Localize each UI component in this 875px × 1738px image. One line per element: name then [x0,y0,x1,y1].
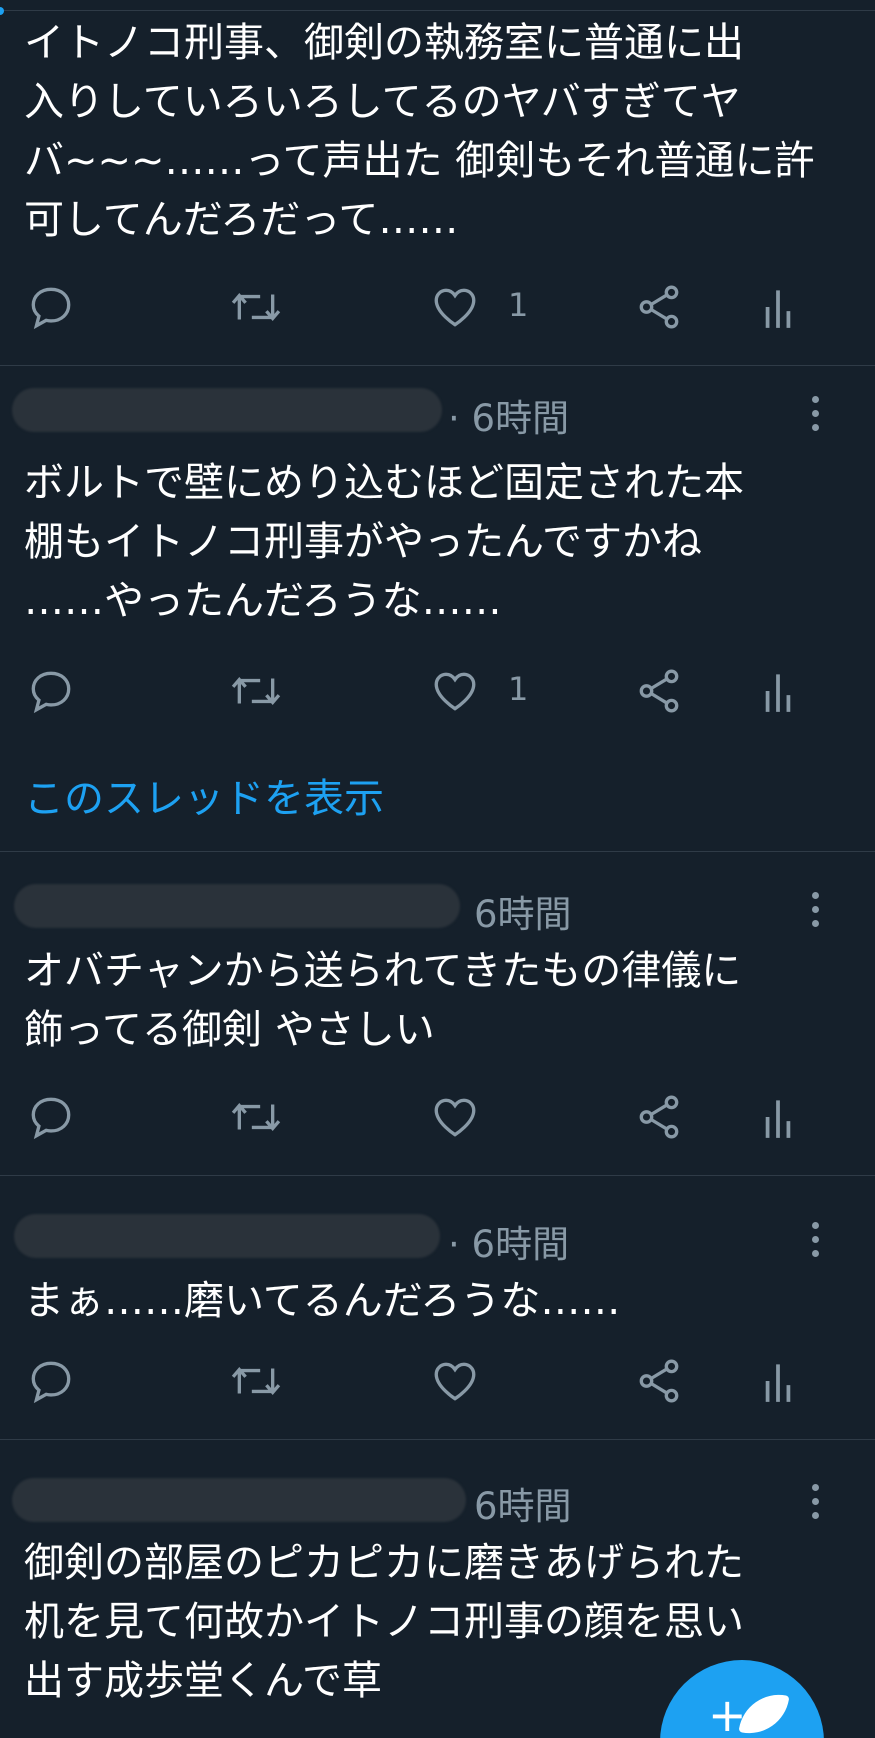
like-button[interactable] [430,1356,480,1408]
tweet-time: · 6時間 [448,397,570,440]
reply-button[interactable] [26,1356,76,1408]
more-button[interactable] [808,396,822,436]
retweet-button[interactable] [228,666,284,718]
analytics-button[interactable] [758,1092,798,1144]
share-button[interactable] [634,1356,684,1408]
tweet-header: 6時間 [0,882,875,942]
show-thread-link[interactable]: このスレッドを表示 [24,766,384,824]
tweet-actions: 1 [0,282,875,334]
heart-icon [434,1098,476,1137]
heart-icon [434,288,476,327]
more-vertical-icon [811,1484,819,1491]
retweet-icon [231,676,281,706]
retweet-button[interactable] [228,1092,284,1144]
reply-button[interactable] [26,282,76,334]
like-button[interactable]: 1 [430,282,528,334]
reply-button[interactable] [26,1092,76,1144]
like-count: 1 [508,670,529,708]
tweet-text: イトノコ刑事、御剣の執務室に普通に出 入りしていろいろしてるのヤバすぎてヤ バ~… [24,20,815,243]
share-icon [639,285,679,329]
retweet-button[interactable] [228,1356,284,1408]
reply-icon [31,1097,71,1140]
retweet-icon [231,1102,281,1132]
tweet-header: 6時間 [0,1474,875,1534]
tweet-header: · 6時間 [0,386,875,446]
tweet-time: 6時間 [474,893,572,936]
more-vertical-icon [811,892,819,899]
redacted-username [12,388,442,432]
tweet-header: · 6時間 [0,1212,875,1272]
tweet-time: 6時間 [474,1485,572,1528]
analytics-button[interactable] [758,1356,798,1408]
more-button[interactable] [808,1222,822,1262]
tweet-actions [0,1356,875,1408]
tweet-1[interactable]: イトノコ刑事、御剣の執務室に普通に出 入りしていろいろしてるのヤバすぎてヤ バ~… [0,0,875,366]
analytics-icon [765,1364,791,1402]
tweet-4[interactable]: · 6時間 まぁ……磨いてるんだろうな…… [0,1176,875,1440]
reply-icon [31,671,71,714]
retweet-button[interactable] [228,282,284,334]
reply-icon [31,287,71,330]
analytics-icon [765,1100,791,1138]
analytics-icon [765,674,791,712]
tweet-text: ボルトで壁にめり込むほど固定された本 棚もイトノコ刑事がやったんですかね ……や… [24,460,744,624]
retweet-icon [231,1366,281,1396]
retweet-icon [231,292,281,322]
heart-icon [434,1362,476,1401]
more-vertical-icon [811,396,819,403]
reply-button[interactable] [26,666,76,718]
more-button[interactable] [808,1484,822,1524]
tweet-actions [0,1092,875,1144]
share-icon [639,1359,679,1403]
heart-icon [434,672,476,711]
more-vertical-icon [811,1222,819,1229]
tweet-actions: 1 [0,666,875,718]
analytics-button[interactable] [758,666,798,718]
like-count: 1 [508,286,529,324]
redacted-username [14,1214,440,1258]
share-button[interactable] [634,282,684,334]
tweet-text: まぁ……磨いてるんだろうな…… [24,1278,621,1324]
share-icon [639,1095,679,1139]
redacted-username [12,1478,466,1522]
like-button[interactable] [430,1092,480,1144]
like-button[interactable]: 1 [430,666,528,718]
analytics-button[interactable] [758,282,798,334]
share-button[interactable] [634,1092,684,1144]
reply-icon [31,1361,71,1404]
share-button[interactable] [634,666,684,718]
tweet-2[interactable]: · 6時間 ボルトで壁にめり込むほど固定された本 棚もイトノコ刑事がやったんです… [0,366,875,852]
analytics-icon [765,290,791,328]
tweet-text: オバチャンから送られてきたもの律儀に 飾ってる御剣 やさしい [24,948,742,1053]
more-button[interactable] [808,892,822,932]
tweet-time: · 6時間 [448,1223,570,1266]
redacted-username [14,884,460,928]
share-icon [639,669,679,713]
tweet-3[interactable]: 6時間 オバチャンから送られてきたもの律儀に 飾ってる御剣 やさしい [0,852,875,1176]
